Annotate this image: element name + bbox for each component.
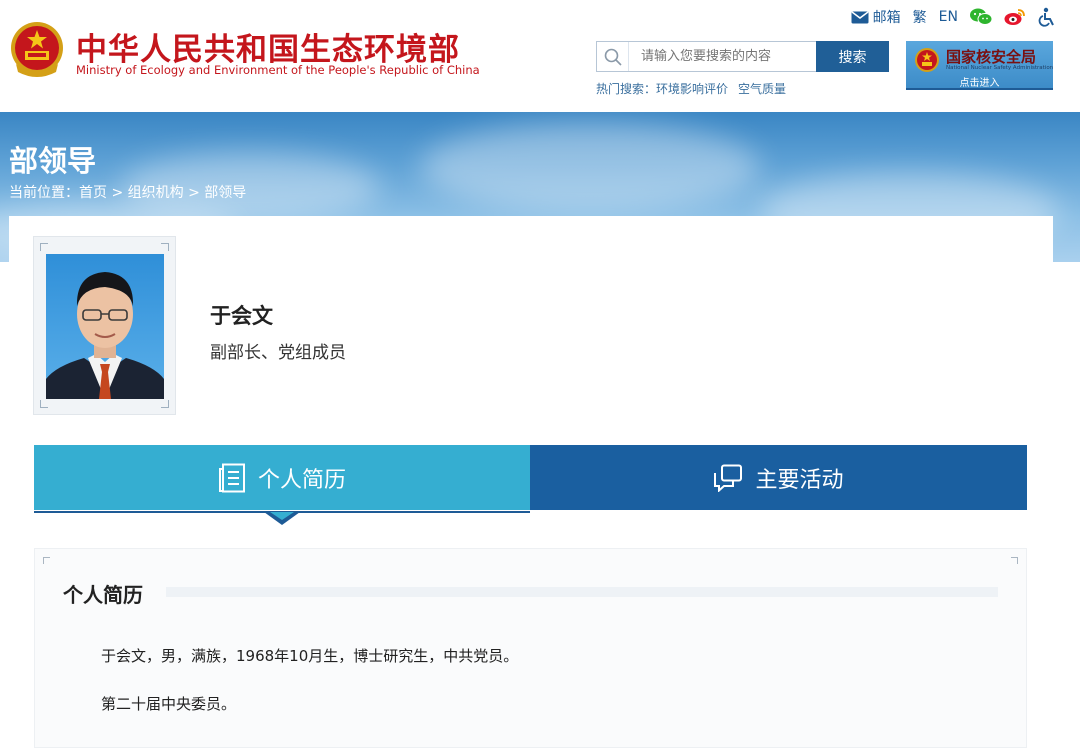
breadcrumb-home[interactable]: 首页 [79,185,107,201]
tab-activities[interactable]: 主要活动 [530,445,1027,510]
hot-search-label: 热门搜索： [596,82,657,96]
resume-panel: 个人简历 于会文，男，满族，1968年10月生，博士研究生，中共党员。 第二十届… [34,548,1027,748]
profile-tabs: 个人简历 主要活动 [34,445,1027,510]
hot-searches: 热门搜索：环境影响评价 空气质量 [596,80,796,97]
nnsa-title: 国家核安全局 [946,48,1037,66]
chat-icon [714,464,743,492]
portrait-photo [46,254,164,399]
national-emblem-icon[interactable] [8,20,66,80]
wechat-icon[interactable] [970,8,992,26]
search-button[interactable]: 搜索 [816,41,889,72]
top-links: 邮箱 繁 EN [851,6,1056,28]
search-input[interactable] [629,42,814,71]
resume-heading: 个人简历 [63,583,143,607]
accessibility-icon[interactable] [1038,7,1056,27]
tab-resume[interactable]: 个人简历 [34,445,530,510]
site-title-en[interactable]: Ministry of Ecology and Environment of t… [76,63,480,77]
profile-card: 于会文 副部长、党组成员 个人简历 主要活动 个人简历 于会文，男，满族，196… [9,216,1053,748]
mail-icon [851,10,869,23]
page-title: 部领导 [9,144,97,178]
breadcrumb-label: 当前位置： [9,185,79,201]
search-icon [597,42,629,71]
nnsa-subtitle: National Nuclear Safety Administration [946,65,1054,71]
nnsa-enter: 点击进入 [959,78,1000,89]
site-header: 中华人民共和国生态环境部 Ministry of Ecology and Env… [0,0,1080,112]
tab-activities-label: 主要活动 [755,467,844,493]
heading-rule [166,587,998,597]
tab-resume-label: 个人简历 [257,467,346,493]
person-name: 于会文 [210,304,273,328]
portrait-frame [34,237,175,414]
nnsa-banner-link[interactable]: 国家核安全局 National Nuclear Safety Administr… [906,41,1053,90]
english-link[interactable]: EN [939,9,958,25]
resume-paragraph: 于会文，男，满族，1968年10月生，博士研究生，中共党员。 [101,647,519,665]
breadcrumb-organization[interactable]: 组织机构 [128,185,184,201]
resume-paragraph: 第二十届中央委员。 [101,695,237,713]
breadcrumb: 当前位置：首页 > 组织机构 > 部领导 [9,182,246,202]
traditional-chinese-link[interactable]: 繁 [913,7,927,27]
mail-label: 邮箱 [872,10,901,26]
breadcrumb-separator: > [111,185,124,201]
national-emblem-icon [915,48,939,72]
mail-link[interactable]: 邮箱 [851,7,901,27]
breadcrumb-current[interactable]: 部领导 [204,185,246,201]
hot-search-item[interactable]: 空气质量 [738,82,786,96]
weibo-icon[interactable] [1004,8,1026,26]
person-position: 副部长、党组成员 [210,343,346,363]
hot-search-item[interactable]: 环境影响评价 [656,82,728,96]
breadcrumb-separator: > [188,185,200,201]
search-box [596,41,816,72]
document-icon [218,463,245,492]
